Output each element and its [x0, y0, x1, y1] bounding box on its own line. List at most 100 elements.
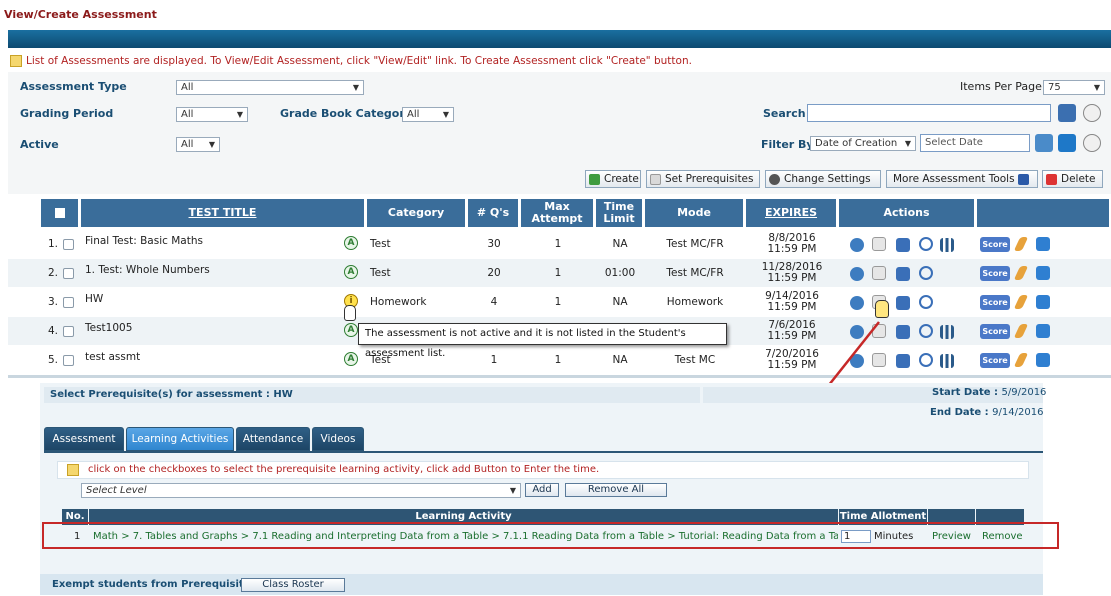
gear-icon[interactable]: [850, 238, 864, 252]
active-status-icon[interactable]: A: [344, 323, 358, 337]
edit-icon[interactable]: [1013, 266, 1029, 280]
chevron-down-icon: ▼: [352, 83, 359, 92]
print-icon[interactable]: [896, 296, 910, 310]
gear-icon[interactable]: [850, 296, 864, 310]
active-select[interactable]: All ▼: [176, 137, 220, 152]
row-max-attempt: 1: [554, 238, 562, 250]
class-roster-button[interactable]: Class Roster: [241, 578, 345, 592]
preview-icon[interactable]: [919, 266, 933, 280]
row-title[interactable]: Final Test: Basic Maths: [85, 230, 325, 258]
inactive-tooltip: The assessment is not active and it is n…: [358, 323, 727, 359]
select-level-placeholder: Select Level: [86, 485, 147, 496]
print-icon[interactable]: [896, 325, 910, 339]
preview-icon[interactable]: [919, 237, 933, 251]
calendar-icon[interactable]: [1036, 324, 1050, 338]
active-status-icon[interactable]: A: [344, 352, 358, 366]
calendar-icon[interactable]: [1036, 237, 1050, 251]
edit-icon[interactable]: [1013, 324, 1029, 338]
score-button[interactable]: Score: [980, 353, 1010, 368]
create-icon: [589, 174, 600, 185]
start-date: Start Date : 5/9/2016: [932, 387, 1046, 398]
prerequisite-icon[interactable]: [872, 237, 886, 251]
search-input[interactable]: [807, 104, 1051, 122]
row-mode: Test MC/FR: [666, 238, 724, 250]
report-icon[interactable]: [940, 238, 954, 252]
set-prerequisites-label: Set Prerequisites: [665, 173, 754, 185]
delete-icon: [1046, 174, 1057, 185]
refresh-icon[interactable]: [1083, 104, 1101, 122]
remove-all-button[interactable]: Remove All: [565, 483, 667, 497]
score-button[interactable]: Score: [980, 237, 1010, 252]
note-icon: [67, 464, 79, 476]
row-number: 2.: [47, 267, 59, 279]
active-label: Active: [20, 138, 59, 151]
create-label: Create: [604, 173, 639, 185]
search-label: Search: [763, 107, 806, 120]
set-prerequisites-button[interactable]: Set Prerequisites: [646, 170, 760, 188]
row-expires: 8/8/2016 11:59 PM: [746, 230, 838, 258]
header-category: Category: [367, 199, 467, 227]
delete-button[interactable]: Delete: [1042, 170, 1103, 188]
score-button[interactable]: Score: [980, 266, 1010, 281]
row-title[interactable]: test assmt: [85, 346, 325, 374]
gear-icon[interactable]: [850, 267, 864, 281]
row-number: 3.: [47, 296, 59, 308]
preview-icon[interactable]: [919, 324, 933, 338]
assessment-type-value: All: [181, 82, 194, 93]
tab-videos[interactable]: Videos: [312, 427, 364, 451]
grade-book-category-select[interactable]: All ▼: [402, 107, 454, 122]
grid-bottom-border: [8, 375, 1111, 378]
assessment-type-select[interactable]: All ▼: [176, 80, 364, 95]
edit-icon[interactable]: [1013, 295, 1029, 309]
active-status-icon[interactable]: A: [344, 265, 358, 279]
report-icon[interactable]: [940, 325, 954, 339]
select-all-checkbox[interactable]: [54, 208, 65, 218]
grading-period-select[interactable]: All ▼: [176, 107, 248, 122]
header-expires[interactable]: EXPIRES: [746, 199, 838, 227]
info-text: List of Assessments are displayed. To Vi…: [26, 55, 692, 67]
items-per-page-select[interactable]: 75 ▼: [1043, 80, 1105, 95]
score-button[interactable]: Score: [980, 295, 1010, 310]
preview-icon[interactable]: [919, 353, 933, 367]
change-settings-button[interactable]: Change Settings: [765, 170, 881, 188]
print-icon[interactable]: [896, 267, 910, 281]
add-button[interactable]: Add: [525, 483, 559, 497]
prereq-title: Select Prerequisite(s) for assessment : …: [44, 387, 700, 403]
active-status-icon[interactable]: A: [344, 236, 358, 250]
print-icon[interactable]: [896, 238, 910, 252]
tab-learning-activities[interactable]: Learning Activities: [126, 427, 234, 451]
arrow-right-icon[interactable]: [1058, 134, 1076, 152]
row-title[interactable]: HW: [85, 288, 325, 316]
filter-by-select[interactable]: Date of Creation ▼: [810, 136, 916, 151]
row-checkbox[interactable]: [63, 297, 74, 308]
calendar-icon[interactable]: [1036, 353, 1050, 367]
row-checkbox[interactable]: [63, 355, 74, 366]
tab-attendance[interactable]: Attendance: [236, 427, 310, 451]
row-checkbox[interactable]: [63, 239, 74, 250]
preview-icon[interactable]: [919, 295, 933, 309]
info-message: List of Assessments are displayed. To Vi…: [8, 50, 1111, 72]
row-title[interactable]: 1. Test: Whole Numbers: [85, 259, 325, 287]
edit-icon[interactable]: [1013, 353, 1029, 367]
row-title[interactable]: Test1005: [85, 317, 325, 345]
select-level-dropdown[interactable]: Select Level ▼: [81, 483, 521, 498]
row-expires-time: 11:59 PM: [767, 243, 817, 255]
create-button[interactable]: Create: [585, 170, 641, 188]
row-number: 5.: [47, 354, 59, 366]
calendar-icon[interactable]: [1035, 134, 1053, 152]
row-checkbox[interactable]: [63, 268, 74, 279]
refresh-icon[interactable]: [1083, 134, 1101, 152]
row-checkbox[interactable]: [63, 326, 74, 337]
header-test-title[interactable]: TEST TITLE: [81, 199, 366, 227]
prerequisite-icon[interactable]: [872, 266, 886, 280]
search-icon[interactable]: [1058, 104, 1076, 122]
calendar-icon[interactable]: [1036, 266, 1050, 280]
more-assessment-tools-button[interactable]: More Assessment Tools: [886, 170, 1038, 188]
print-icon[interactable]: [896, 354, 910, 368]
select-date-input[interactable]: Select Date: [920, 134, 1030, 152]
report-icon[interactable]: [940, 354, 954, 368]
calendar-icon[interactable]: [1036, 295, 1050, 309]
score-button[interactable]: Score: [980, 324, 1010, 339]
tab-assessment[interactable]: Assessment: [44, 427, 124, 451]
edit-icon[interactable]: [1013, 237, 1029, 251]
